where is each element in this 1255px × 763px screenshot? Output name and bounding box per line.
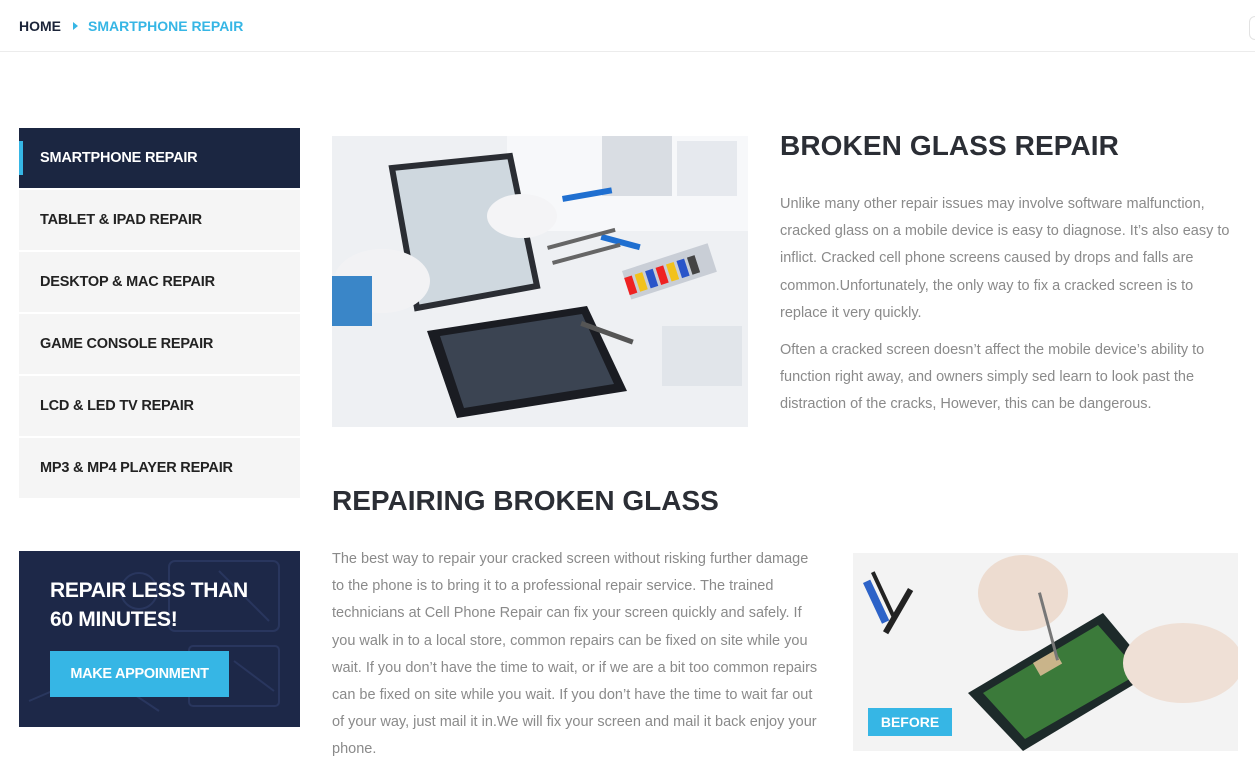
service-sidebar: SMARTPHONE REPAIR TABLET & IPAD REPAIR D… <box>19 128 300 500</box>
sidebar-item-tablet-ipad-repair[interactable]: TABLET & IPAD REPAIR <box>19 190 300 250</box>
sidebar-item-game-console-repair[interactable]: GAME CONSOLE REPAIR <box>19 314 300 374</box>
promo-title: REPAIR LESS THAN 60 MINUTES! <box>50 576 248 634</box>
promo-title-line1: REPAIR LESS THAN <box>50 579 248 602</box>
before-badge: BEFORE <box>868 708 952 736</box>
breadcrumb: HOME SMARTPHONE REPAIR <box>0 0 1255 52</box>
breadcrumb-home-link[interactable]: HOME <box>19 18 61 34</box>
broken-glass-repair-heading: BROKEN GLASS REPAIR <box>780 130 1119 161</box>
scroll-indicator[interactable] <box>1249 16 1255 40</box>
broken-glass-paragraph-2: Often a cracked screen doesn’t affect th… <box>780 342 1205 413</box>
sidebar-item-lcd-led-tv-repair[interactable]: LCD & LED TV REPAIR <box>19 376 300 436</box>
broken-glass-paragraph-1: Unlike many other repair issues may invo… <box>780 196 1230 321</box>
promo-box: REPAIR LESS THAN 60 MINUTES! MAKE APPOIN… <box>19 551 300 727</box>
repair-workbench-photo <box>332 136 748 427</box>
breadcrumb-arrow-icon <box>73 21 78 30</box>
repairing-broken-glass-heading: REPAIRING BROKEN GLASS <box>332 485 719 516</box>
sidebar-item-smartphone-repair[interactable]: SMARTPHONE REPAIR <box>19 128 300 188</box>
make-appointment-button[interactable]: MAKE APPOINMENT <box>50 651 229 697</box>
repairing-broken-glass-paragraph: The best way to repair your cracked scre… <box>332 551 818 758</box>
sidebar-item-desktop-mac-repair[interactable]: DESKTOP & MAC REPAIR <box>19 252 300 312</box>
sidebar-item-mp3-mp4-player-repair[interactable]: MP3 & MP4 PLAYER REPAIR <box>19 438 300 498</box>
breadcrumb-current: SMARTPHONE REPAIR <box>88 17 244 34</box>
before-repair-photo: BEFORE <box>853 553 1238 751</box>
promo-title-line2: 60 MINUTES! <box>50 608 178 631</box>
